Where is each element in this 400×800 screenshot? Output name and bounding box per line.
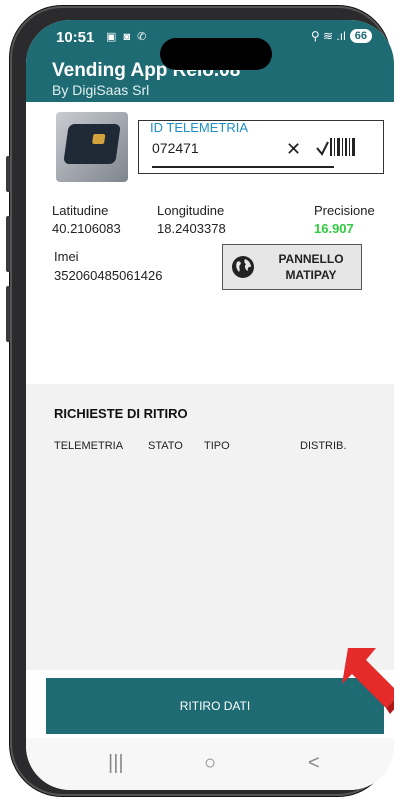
battery-icon: 66 [349, 29, 372, 43]
matipay-label-line2: MATIPAY [285, 268, 337, 282]
signal-icons: ⚲ ≋ .ıl [310, 29, 346, 43]
app-subtitle: By DigiSaas Srl [52, 82, 150, 98]
app-screen: 10:51 ▣ ◙ ✆ ⚲ ≋ .ıl 66 Vending App Relo.… [26, 20, 394, 790]
requests-title: RICHIESTE DI RITIRO [54, 406, 188, 421]
device-image [56, 112, 128, 182]
ritiro-dati-button[interactable]: RITIRO DATI [46, 678, 384, 734]
volume-down-button [6, 286, 10, 342]
home-nav-icon[interactable]: ○ [204, 752, 216, 775]
latitude-value: 40.2106083 [52, 221, 121, 236]
telemetry-underline [152, 166, 334, 168]
column-header-stato: STATO [148, 440, 183, 452]
action-button [6, 156, 10, 192]
dynamic-island [160, 38, 272, 70]
status-time: 10:51 [56, 29, 95, 46]
globe-icon [232, 256, 254, 278]
longitude-label: Longitudine [157, 203, 225, 218]
imei-label: Imei [54, 249, 79, 264]
column-header-telemetria: TELEMETRIA [54, 440, 124, 452]
matipay-label-line1: PANNELLO [278, 252, 344, 266]
system-nav-bar: ||| ○ < [26, 738, 394, 790]
status-right-icons: ⚲ ≋ .ıl 66 [311, 29, 372, 43]
close-icon[interactable]: ✕ [286, 139, 301, 160]
precision-label: Precisione [314, 203, 375, 218]
barcode-check-icon[interactable] [316, 136, 358, 158]
imei-value: 352060485061426 [54, 268, 163, 283]
telemetry-input[interactable] [152, 138, 282, 158]
phone-frame: 10:51 ▣ ◙ ✆ ⚲ ≋ .ıl 66 Vending App Relo.… [6, 6, 394, 796]
recents-nav-icon[interactable]: ||| [108, 752, 124, 775]
column-header-distrib: DISTRIB. [300, 440, 347, 452]
longitude-value: 18.2403378 [157, 221, 226, 236]
notification-icons: ▣ ◙ ✆ [106, 31, 149, 43]
back-nav-icon[interactable]: < [308, 752, 320, 775]
precision-value: 16.907 [314, 221, 354, 236]
red-arrow-icon [342, 648, 394, 714]
requests-panel [26, 384, 394, 670]
volume-up-button [6, 216, 10, 272]
column-header-tipo: TIPO [204, 440, 230, 452]
latitude-label: Latitudine [52, 203, 109, 218]
telemetry-label: ID TELEMETRIA [150, 120, 249, 135]
matipay-panel-button[interactable]: PANNELLO MATIPAY [222, 244, 362, 290]
matipay-label: PANNELLO MATIPAY [265, 251, 357, 283]
